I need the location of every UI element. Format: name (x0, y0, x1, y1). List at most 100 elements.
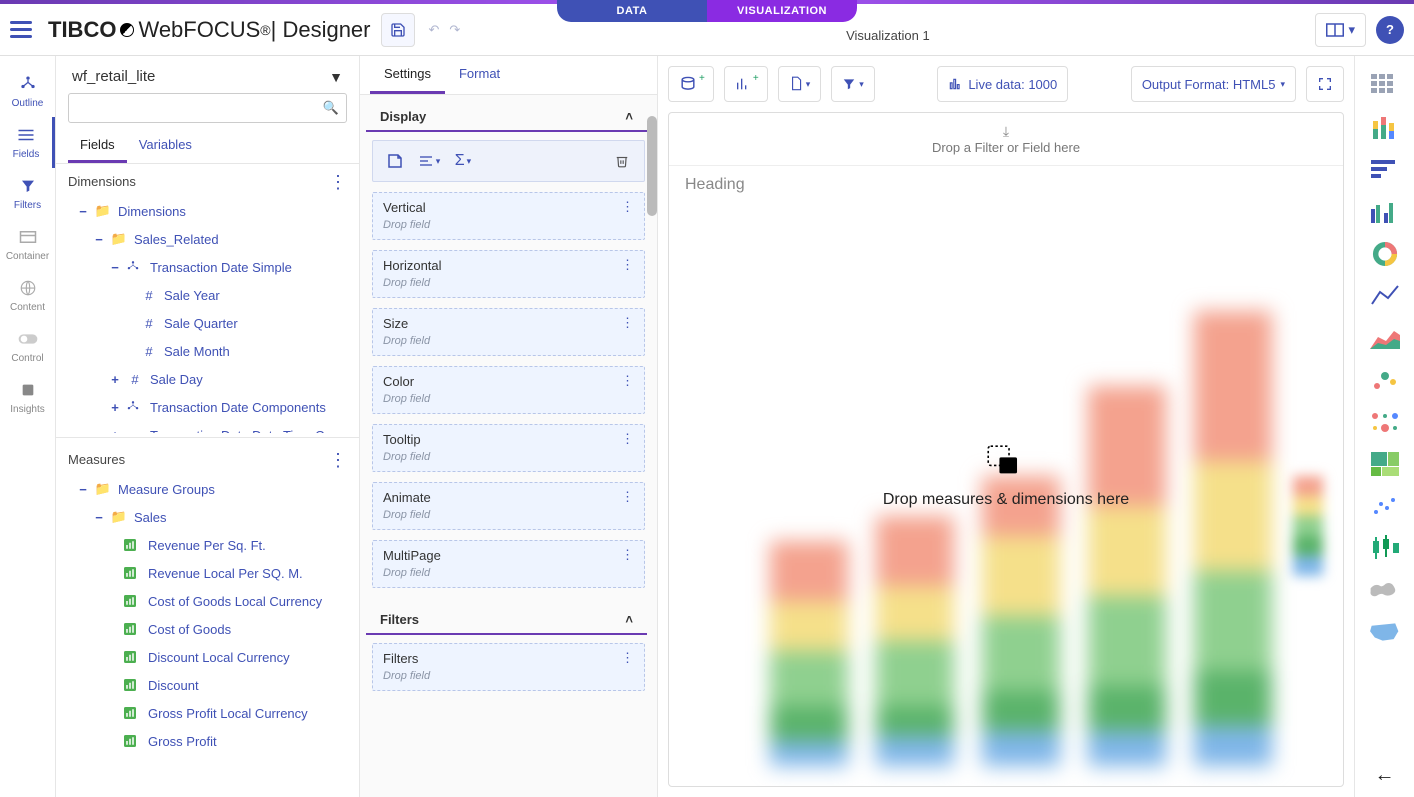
tab-data[interactable]: DATA (557, 0, 707, 22)
chart-canvas[interactable]: ⤓ Drop a Filter or Field here Heading (668, 112, 1344, 787)
search-input[interactable] (68, 93, 347, 123)
tree-measure-item[interactable]: Gross Profit Local Currency (56, 699, 359, 727)
bucket-more[interactable]: ⋮ (621, 489, 634, 505)
tree-sale-month[interactable]: #Sale Month (56, 337, 359, 365)
tree-measure-item[interactable]: Discount (56, 671, 359, 699)
tree-measure-item[interactable]: Cost of Goods (56, 615, 359, 643)
dimensions-menu[interactable]: ⋮ (329, 177, 347, 187)
nav-control[interactable]: Control (0, 321, 55, 372)
bucket-color[interactable]: Color⋮Drop field (372, 366, 645, 414)
hierarchy-icon: ≡ (126, 428, 144, 434)
drag-cursor-icon (982, 443, 1030, 483)
filters-bucket[interactable]: Filters⋮ Drop field (372, 643, 645, 691)
tree-txn-date-components[interactable]: +Transaction Date Components (56, 393, 359, 421)
undo-button[interactable]: ↶ (429, 22, 440, 38)
nav-filters[interactable]: Filters (0, 168, 55, 219)
bucket-animate[interactable]: Animate⋮Drop field (372, 482, 645, 530)
tree-sales-related[interactable]: −📁Sales_Related (56, 225, 359, 253)
number-icon: # (140, 344, 158, 359)
align-icon[interactable]: ▾ (415, 147, 443, 175)
nav-outline[interactable]: Outline (0, 66, 55, 117)
bucket-vertical[interactable]: Vertical⋮Drop field (372, 192, 645, 240)
bucket-more[interactable]: ⋮ (621, 431, 634, 447)
tree-txn-date-datetime[interactable]: +≡Transaction Date Date Time Com... (56, 421, 359, 433)
tree-measure-item[interactable]: Cost of Goods Local Currency (56, 587, 359, 615)
collapse-rail[interactable]: ← (1375, 764, 1395, 787)
bucket-more[interactable]: ⋮ (621, 315, 634, 331)
chart-scatter-plot[interactable] (1365, 486, 1405, 526)
chart-world-map[interactable] (1365, 570, 1405, 610)
chart-hbar[interactable] (1365, 150, 1405, 190)
tree-measure-item[interactable]: Discount Local Currency (56, 643, 359, 671)
save-button[interactable] (381, 13, 415, 47)
bucket-size[interactable]: Size⋮Drop field (372, 308, 645, 356)
tree-measure-groups[interactable]: −📁Measure Groups (56, 475, 359, 503)
filter-button[interactable]: ▾ (831, 66, 875, 102)
tree-sale-day[interactable]: +#Sale Day (56, 365, 359, 393)
fullscreen-button[interactable] (1306, 66, 1344, 102)
filter-drop-zone[interactable]: ⤓ Drop a Filter or Field here (669, 113, 1343, 166)
logo-brand: TIBCO (48, 17, 116, 43)
measure-icon (124, 707, 142, 719)
subtab-fields[interactable]: Fields (68, 129, 127, 163)
chart-clustered-bar[interactable] (1365, 192, 1405, 232)
chart-ring[interactable] (1365, 234, 1405, 274)
nav-content[interactable]: Content (0, 270, 55, 321)
add-page-button[interactable]: ▾ (778, 66, 822, 102)
legend-preview (1293, 476, 1323, 576)
tab-format[interactable]: Format (445, 56, 514, 94)
tab-settings[interactable]: Settings (370, 56, 445, 94)
tree-sale-year[interactable]: #Sale Year (56, 281, 359, 309)
bucket-tooltip[interactable]: Tooltip⋮Drop field (372, 424, 645, 472)
nav-container[interactable]: Container (0, 219, 55, 270)
tree-txn-date-simple[interactable]: − Transaction Date Simple (56, 253, 359, 281)
chart-stacked-bar[interactable] (1365, 108, 1405, 148)
add-data-button[interactable]: + (668, 66, 714, 102)
layout-button[interactable]: ▾ (1315, 13, 1366, 47)
bucket-multipage[interactable]: MultiPage⋮Drop field (372, 540, 645, 588)
scrollbar[interactable] (647, 116, 657, 216)
tree-sales[interactable]: −📁Sales (56, 503, 359, 531)
redo-button[interactable]: ↷ (449, 22, 460, 38)
tree-dimensions-root[interactable]: −📁Dimensions (56, 197, 359, 225)
measures-menu[interactable]: ⋮ (329, 455, 347, 465)
chart-boxplot[interactable] (1365, 528, 1405, 568)
bucket-more[interactable]: ⋮ (621, 547, 634, 563)
bucket-horizontal[interactable]: Horizontal⋮Drop field (372, 250, 645, 298)
bucket-more[interactable]: ⋮ (621, 257, 634, 273)
search-icon[interactable]: 🔍 (323, 100, 339, 116)
delete-icon[interactable] (608, 147, 636, 175)
tree-sale-quarter[interactable]: #Sale Quarter (56, 309, 359, 337)
insights-icon (18, 380, 38, 400)
menu-icon[interactable] (10, 15, 40, 45)
chart-grid[interactable] (1365, 66, 1405, 106)
add-chart-button[interactable]: + (724, 66, 768, 102)
nav-insights[interactable]: Insights (0, 372, 55, 423)
display-collapse[interactable]: ˄ (625, 109, 633, 124)
output-format-button[interactable]: Output Format: HTML5▾ (1131, 66, 1296, 102)
tab-visualization[interactable]: VISUALIZATION (707, 0, 857, 22)
tree-measure-item[interactable]: Revenue Local Per SQ. M. (56, 559, 359, 587)
chart-bubble-matrix[interactable] (1365, 402, 1405, 442)
datasource-dropdown[interactable]: ▼ (329, 69, 343, 85)
chart-area[interactable] (1365, 318, 1405, 358)
filters-collapse[interactable]: ˄ (625, 612, 633, 627)
live-data-button[interactable]: Live data: 1000 (937, 66, 1068, 102)
bucket-more[interactable]: ⋮ (621, 199, 634, 215)
chart-us-map[interactable] (1365, 612, 1405, 652)
chart-scatter[interactable] (1365, 360, 1405, 400)
note-icon[interactable] (381, 147, 409, 175)
bucket-more[interactable]: ⋮ (621, 373, 634, 389)
nav-fields[interactable]: Fields (0, 117, 55, 168)
chart-treemap[interactable] (1365, 444, 1405, 484)
subtab-variables[interactable]: Variables (127, 129, 204, 163)
help-button[interactable]: ? (1376, 16, 1404, 44)
drop-hint: Drop measures & dimensions here (883, 443, 1129, 509)
bucket-more[interactable]: ⋮ (621, 650, 634, 666)
chart-line[interactable] (1365, 276, 1405, 316)
tree-measure-item[interactable]: Gross Profit (56, 727, 359, 755)
tree-measure-item[interactable]: Revenue Per Sq. Ft. (56, 531, 359, 559)
sigma-icon[interactable]: Σ▾ (449, 147, 477, 175)
logo-suffix: | Designer (271, 17, 371, 43)
folder-icon: 📁 (94, 481, 112, 497)
